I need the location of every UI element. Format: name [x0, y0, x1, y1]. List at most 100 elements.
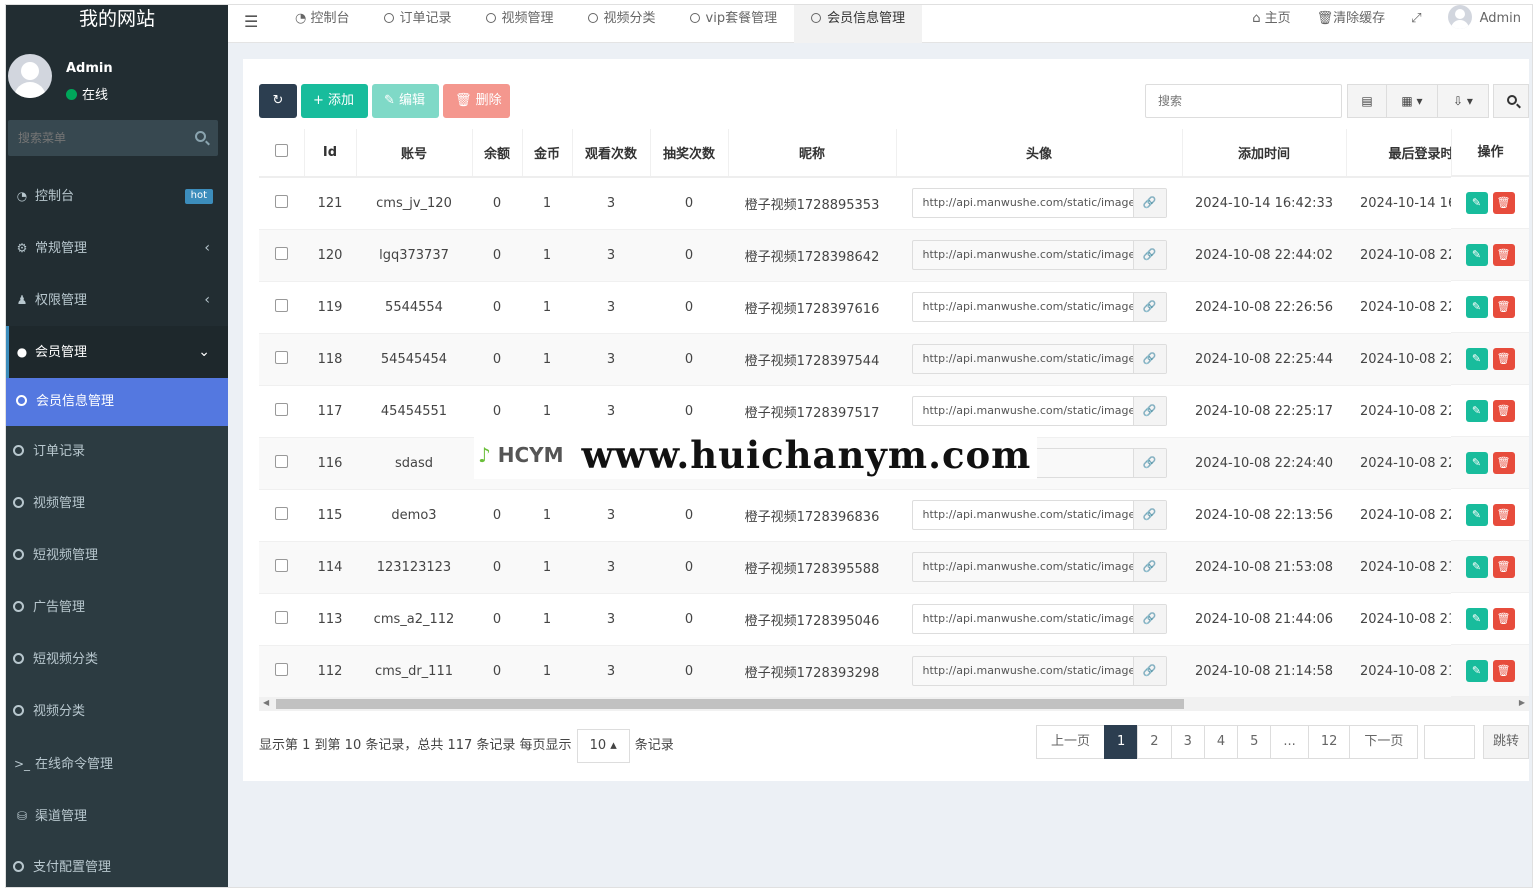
- page-3-button[interactable]: 3: [1170, 725, 1205, 759]
- refresh-button[interactable]: ↻: [259, 84, 297, 118]
- tab-vip-packages[interactable]: vip套餐管理: [673, 5, 795, 43]
- link-icon[interactable]: 🔗: [1132, 293, 1166, 321]
- col-balance[interactable]: 余额: [472, 129, 523, 178]
- delete-row-button[interactable]: 🗑: [1492, 399, 1515, 422]
- fullscreen-button[interactable]: ⤢: [1398, 5, 1434, 43]
- col-draws[interactable]: 抽奖次数: [650, 129, 729, 178]
- prev-page-button[interactable]: 上一页: [1036, 725, 1105, 759]
- col-avatar[interactable]: 头像: [896, 129, 1183, 178]
- avatar-url-field[interactable]: http://api.manwushe.com/static/images 🔗: [911, 656, 1167, 686]
- delete-row-button[interactable]: 🗑: [1492, 451, 1515, 474]
- tab-orders[interactable]: 订单记录: [367, 5, 469, 43]
- jump-page-input[interactable]: [1424, 725, 1475, 759]
- home-link[interactable]: ⌂ 主页: [1239, 5, 1303, 43]
- col-id[interactable]: Id: [304, 129, 357, 178]
- row-checkbox[interactable]: [275, 246, 288, 260]
- sidebar-item-dashboard[interactable]: ◔ 控制台 hot: [6, 170, 228, 222]
- delete-button[interactable]: 🗑 删除: [443, 84, 510, 118]
- avatar-url-field[interactable]: http://api.manwushe.com/static/images 🔗: [911, 552, 1167, 582]
- link-icon[interactable]: 🔗: [1132, 605, 1166, 633]
- page-1-button[interactable]: 1: [1104, 725, 1139, 759]
- table-row[interactable]: 118 54545454 0 1 3 0 橙子视频1728397544 http://api.…: [259, 333, 1529, 386]
- sidebar-item-online-commands[interactable]: >_ 在线命令管理: [6, 738, 228, 790]
- link-icon[interactable]: 🔗: [1132, 189, 1166, 218]
- toggle-view-button[interactable]: ▤: [1347, 84, 1387, 118]
- jump-button[interactable]: 跳转: [1483, 725, 1529, 759]
- page-2-button[interactable]: 2: [1137, 725, 1172, 759]
- col-account[interactable]: 账号: [356, 129, 473, 178]
- avatar-url-field[interactable]: http://api.manwushe.com/static/images 🔗: [911, 344, 1167, 374]
- row-checkbox[interactable]: [275, 662, 288, 676]
- tab-video-categories[interactable]: 视频分类: [571, 5, 673, 43]
- edit-row-button[interactable]: ✎: [1465, 295, 1488, 318]
- row-checkbox[interactable]: [275, 298, 288, 312]
- tab-dashboard[interactable]: ◔ 控制台: [278, 5, 367, 43]
- edit-button[interactable]: ✎ 编辑: [372, 84, 439, 118]
- scroll-right-icon[interactable]: ▶: [1519, 698, 1525, 707]
- sidebar-item-channels[interactable]: ⛁ 渠道管理: [6, 790, 228, 842]
- delete-row-button[interactable]: 🗑: [1492, 607, 1515, 630]
- link-icon[interactable]: 🔗: [1132, 397, 1166, 425]
- page-5-button[interactable]: 5: [1237, 725, 1272, 759]
- sidebar-item-members[interactable]: ● 会员管理 ⌄: [6, 326, 228, 378]
- col-nickname[interactable]: 昵称: [728, 129, 897, 178]
- link-icon[interactable]: 🔗: [1132, 345, 1166, 373]
- user-menu[interactable]: Admin: [1435, 5, 1532, 43]
- table-row[interactable]: 112 cms_dr_111 0 1 3 0 橙子视频1728393298 http://ap…: [259, 645, 1529, 697]
- sidebar-item-payment-config[interactable]: 支付配置管理: [6, 842, 228, 887]
- sidebar-item-member-info[interactable]: 会员信息管理: [6, 378, 228, 426]
- add-button[interactable]: + 添加: [301, 84, 368, 118]
- edit-row-button[interactable]: ✎: [1465, 399, 1488, 422]
- edit-row-button[interactable]: ✎: [1465, 659, 1488, 682]
- edit-row-button[interactable]: ✎: [1465, 243, 1488, 266]
- table-row[interactable]: 121 cms_jv_120 0 1 3 0 橙子视频1728895353 http://ap…: [259, 177, 1529, 230]
- sidebar-item-short-video-categories[interactable]: 短视频分类: [6, 634, 228, 686]
- scroll-left-icon[interactable]: ◀: [263, 698, 269, 707]
- avatar-url-field[interactable]: http://api.manwushe.com/static/images 🔗: [911, 604, 1167, 634]
- horizontal-scrollbar[interactable]: ◀ ▶: [259, 697, 1529, 711]
- row-checkbox[interactable]: [275, 558, 288, 572]
- menu-search-input[interactable]: [8, 120, 178, 156]
- sidebar-item-ads[interactable]: 广告管理: [6, 582, 228, 634]
- delete-row-button[interactable]: 🗑: [1492, 191, 1515, 214]
- page-size-select[interactable]: 10 ▴: [576, 729, 630, 763]
- link-icon[interactable]: 🔗: [1132, 449, 1166, 477]
- tab-videos[interactable]: 视频管理: [469, 5, 571, 43]
- col-coins[interactable]: 金币: [522, 129, 573, 178]
- table-row[interactable]: 120 lgq373737 0 1 3 0 橙子视频1728398642 http://api…: [259, 229, 1529, 282]
- avatar-url-field[interactable]: http://api.manwushe.com/static/images 🔗: [911, 188, 1167, 219]
- avatar-url-field[interactable]: http://api.manwushe.com/static/images 🔗: [911, 240, 1167, 270]
- delete-row-button[interactable]: 🗑: [1492, 243, 1515, 266]
- page-4-button[interactable]: 4: [1203, 725, 1239, 759]
- export-button[interactable]: ⇩ ▾: [1437, 84, 1489, 118]
- row-checkbox[interactable]: [275, 194, 288, 208]
- select-all-checkbox[interactable]: [274, 144, 288, 157]
- sidebar-item-permission[interactable]: ♟ 权限管理 ‹: [6, 274, 228, 326]
- scrollbar-thumb[interactable]: [276, 699, 1184, 709]
- link-icon[interactable]: 🔗: [1132, 241, 1166, 269]
- sidebar-item-videos[interactable]: 视频管理: [6, 478, 228, 530]
- avatar-url-field[interactable]: http://api.manwushe.com/static/images 🔗: [911, 292, 1167, 322]
- sidebar-item-video-categories[interactable]: 视频分类: [6, 686, 228, 738]
- col-added-time[interactable]: 添加时间: [1182, 129, 1347, 178]
- link-icon[interactable]: 🔗: [1132, 553, 1166, 581]
- delete-row-button[interactable]: 🗑: [1492, 347, 1515, 370]
- edit-row-button[interactable]: ✎: [1465, 451, 1488, 474]
- col-views[interactable]: 观看次数: [572, 129, 651, 178]
- avatar-url-field[interactable]: http://api.manwushe.com/static/images 🔗: [911, 396, 1167, 426]
- next-page-button[interactable]: 下一页: [1349, 725, 1419, 759]
- edit-row-button[interactable]: ✎: [1465, 191, 1488, 214]
- table-row[interactable]: 114 123123123 0 1 3 0 橙子视频1728395588 http://api…: [259, 541, 1529, 594]
- table-row[interactable]: 119 5544554 0 1 3 0 橙子视频1728397616 http://api.m…: [259, 281, 1529, 334]
- link-icon[interactable]: 🔗: [1132, 657, 1166, 685]
- row-checkbox[interactable]: [275, 350, 288, 364]
- table-row[interactable]: 115 demo3 0 1 3 0 橙子视频1728396836 http://api.man…: [259, 489, 1529, 542]
- delete-row-button[interactable]: 🗑: [1492, 295, 1515, 318]
- link-icon[interactable]: 🔗: [1132, 501, 1166, 529]
- columns-button[interactable]: ▦ ▾: [1386, 84, 1438, 118]
- sidebar-item-short-videos[interactable]: 短视频管理: [6, 530, 228, 582]
- edit-row-button[interactable]: ✎: [1465, 347, 1488, 370]
- clear-cache-button[interactable]: 🗑清除缓存: [1304, 5, 1399, 43]
- delete-row-button[interactable]: 🗑: [1492, 555, 1515, 578]
- row-checkbox[interactable]: [275, 402, 288, 416]
